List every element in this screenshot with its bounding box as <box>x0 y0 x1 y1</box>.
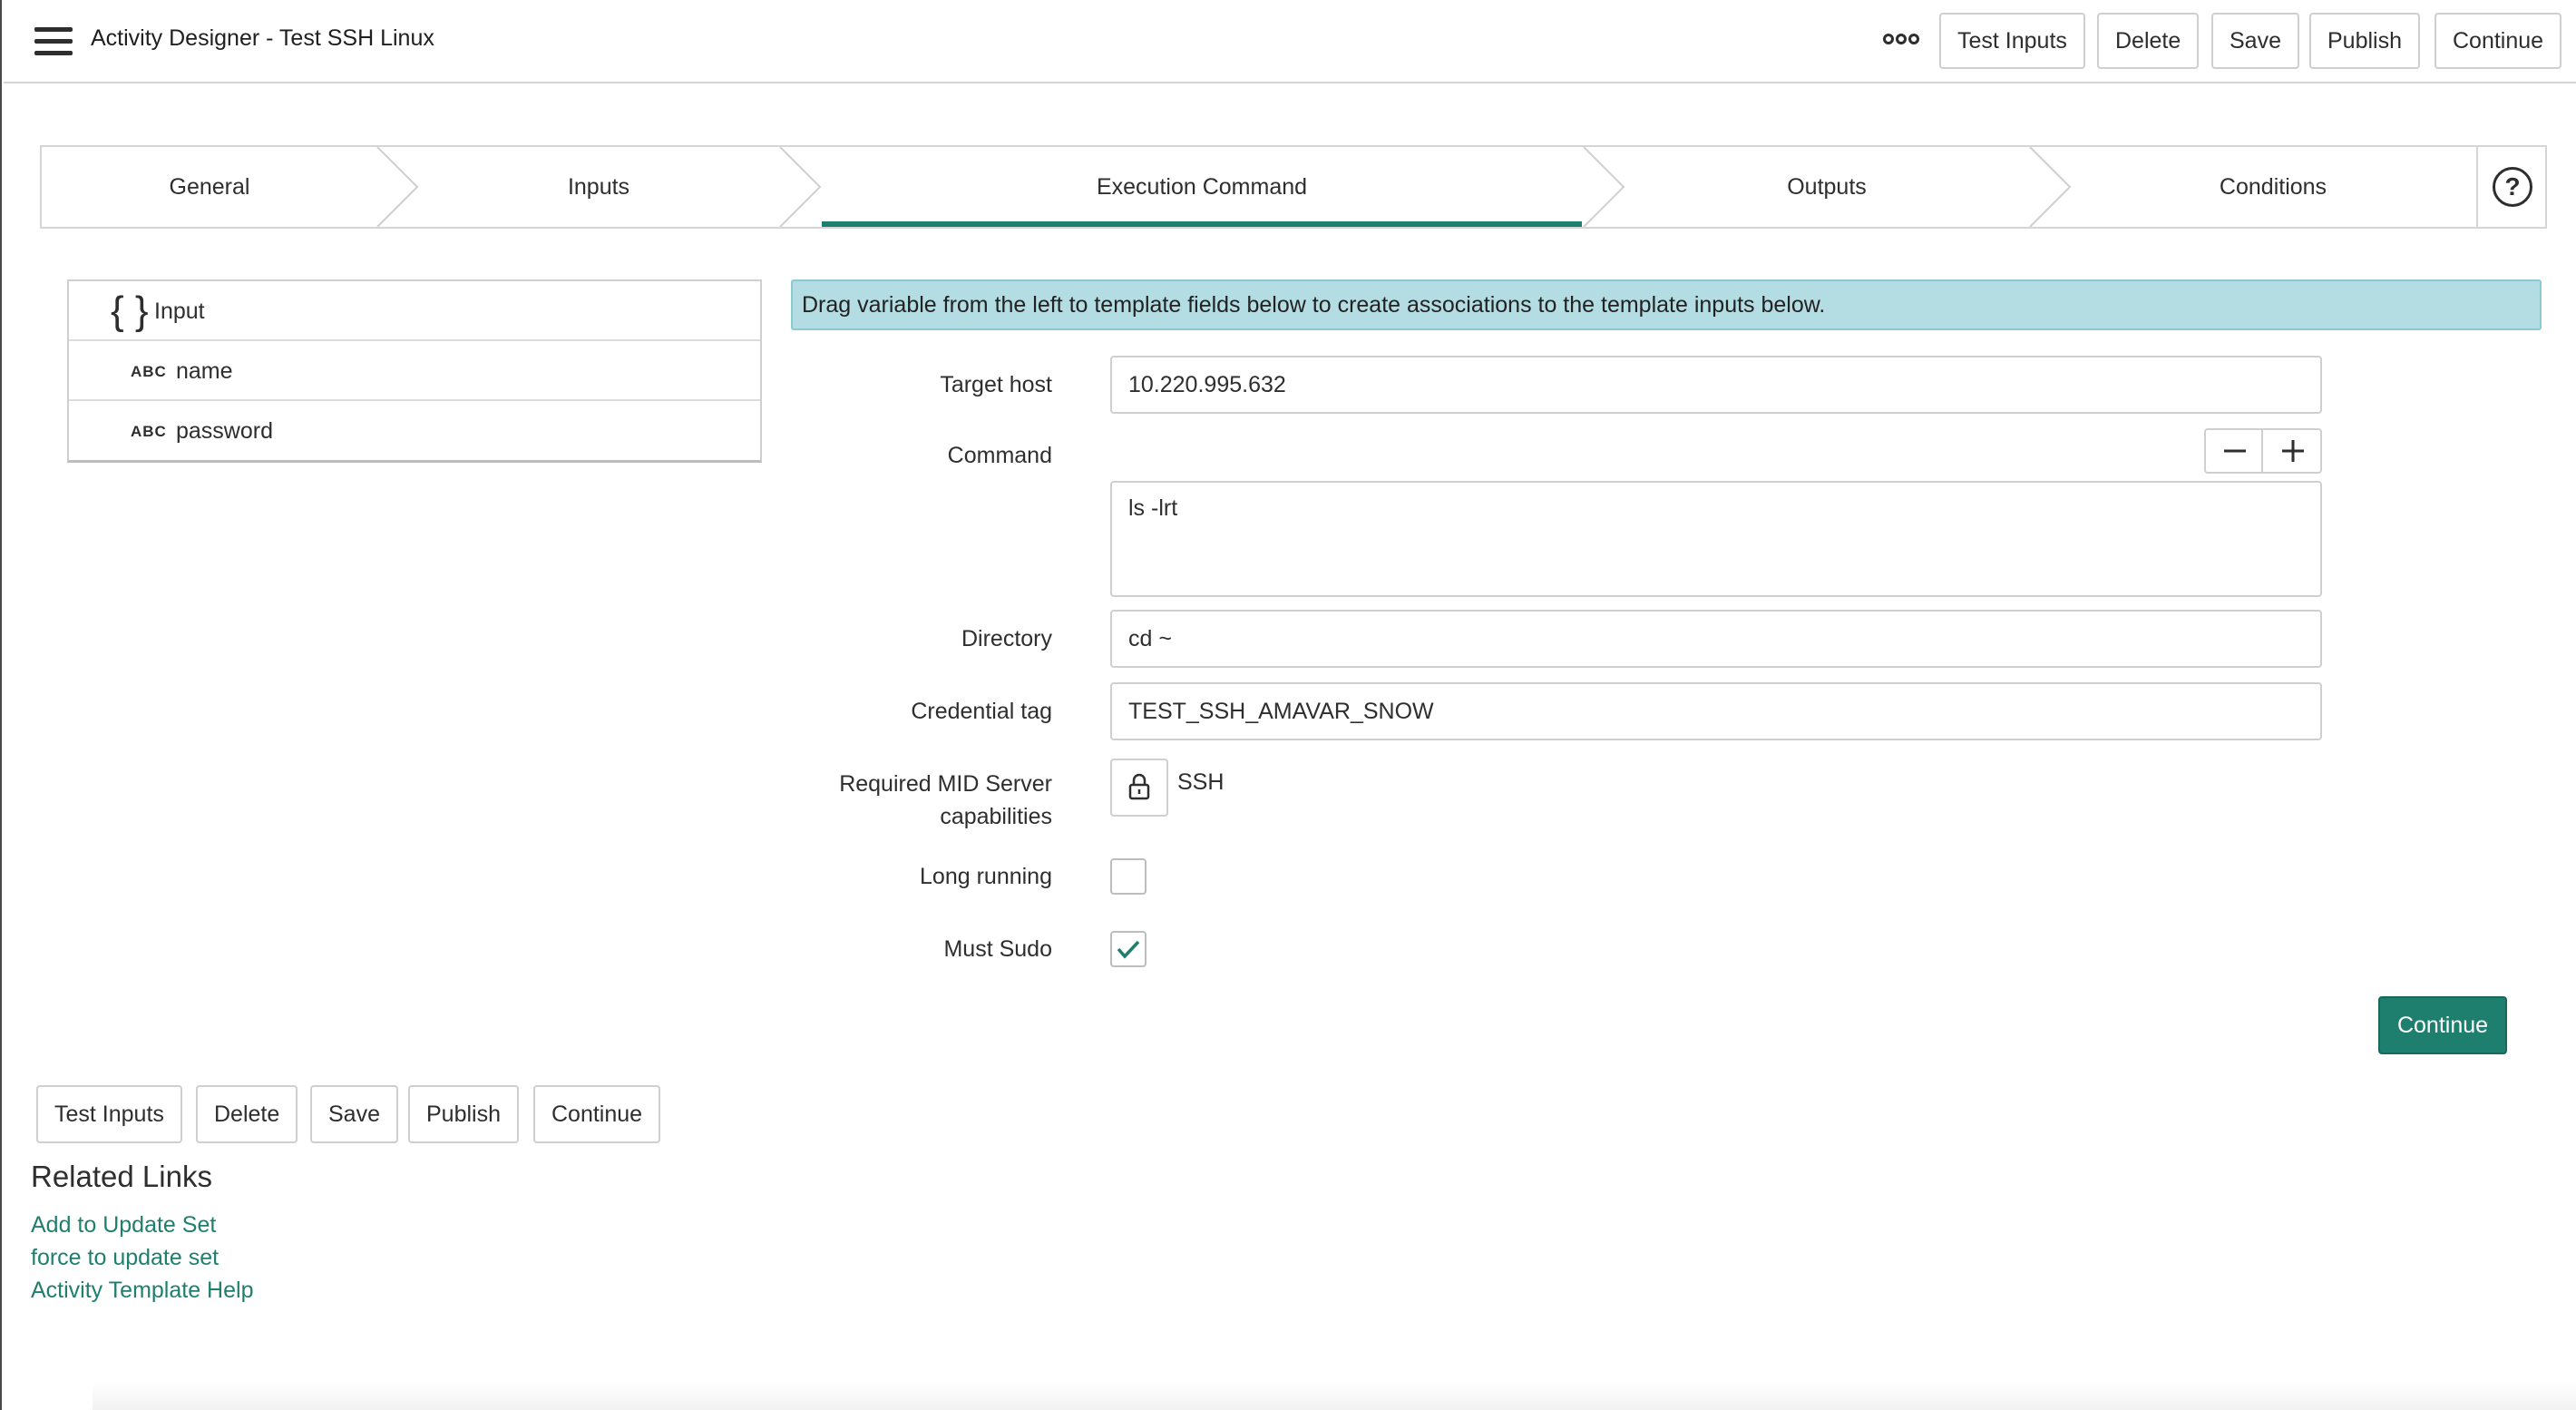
more-options-icon[interactable] <box>1883 33 1923 51</box>
test-inputs-button[interactable]: Test Inputs <box>1939 13 2085 69</box>
variable-list: { } Input ABC name ABC password <box>67 279 762 463</box>
braces-icon: { } <box>111 289 149 333</box>
shrink-button[interactable] <box>2206 430 2263 472</box>
save-button[interactable]: Save <box>2211 13 2299 69</box>
progress-tabs: General Inputs Execution Command Outputs… <box>40 145 2547 229</box>
continue-primary-button[interactable]: Continue <box>2378 996 2507 1054</box>
expand-button[interactable] <box>2264 430 2321 472</box>
add-to-update-set-link[interactable]: Add to Update Set <box>31 1212 216 1239</box>
tab-separator-icon <box>779 147 822 227</box>
tab-conditions[interactable]: Conditions <box>2070 147 2476 227</box>
tab-separator-icon <box>376 147 419 227</box>
directory-label: Directory <box>961 626 1052 651</box>
long-running-checkbox[interactable] <box>1110 858 1147 895</box>
minus-icon <box>2224 449 2246 453</box>
bottom-continue-button[interactable]: Continue <box>533 1085 661 1143</box>
header-bar: Activity Designer - Test SSH Linux Test … <box>4 0 2576 83</box>
help-button[interactable]: ? <box>2476 147 2547 227</box>
active-tab-indicator <box>822 221 1582 227</box>
tab-outputs[interactable]: Outputs <box>1624 147 2030 227</box>
target-host-input[interactable] <box>1110 356 2322 414</box>
directory-input[interactable] <box>1110 610 2322 668</box>
activity-template-help-link[interactable]: Activity Template Help <box>31 1278 253 1304</box>
list-item[interactable]: ABC password <box>69 401 760 461</box>
tab-separator-icon <box>2029 147 2072 227</box>
checkmark-icon <box>1117 940 1140 959</box>
string-type-icon: ABC <box>131 423 167 440</box>
credential-tag-label: Credential tag <box>911 699 1052 724</box>
hamburger-menu-icon[interactable] <box>34 27 73 56</box>
variable-name-label: name <box>176 358 233 384</box>
plus-icon <box>2282 440 2304 462</box>
related-links-title: Related Links <box>31 1160 212 1193</box>
target-host-label: Target host <box>940 372 1052 397</box>
command-label: Command <box>947 443 1052 468</box>
mid-server-label-line2: capabilities <box>940 804 1052 829</box>
tab-inputs[interactable]: Inputs <box>417 147 780 227</box>
lock-button[interactable] <box>1110 759 1168 817</box>
bottom-save-button[interactable]: Save <box>310 1085 398 1143</box>
bottom-delete-button[interactable]: Delete <box>196 1085 298 1143</box>
page-bottom-edge <box>93 1379 2576 1410</box>
mid-server-label: Required MID Server capabilities <box>839 768 1052 833</box>
delete-button[interactable]: Delete <box>2097 13 2200 69</box>
info-banner: Drag variable from the left to template … <box>791 279 2542 330</box>
tab-general[interactable]: General <box>42 147 377 227</box>
variable-name-label: password <box>176 418 273 444</box>
list-item[interactable]: ABC name <box>69 341 760 401</box>
publish-button[interactable]: Publish <box>2309 13 2420 69</box>
force-update-set-link[interactable]: force to update set <box>31 1245 219 1271</box>
app-frame: Activity Designer - Test SSH Linux Test … <box>0 0 2576 1410</box>
variable-group-label: Input <box>154 299 205 324</box>
must-sudo-checkbox[interactable] <box>1110 931 1147 967</box>
string-type-icon: ABC <box>131 363 167 380</box>
list-item[interactable]: { } Input <box>69 281 760 341</box>
page-title: Activity Designer - Test SSH Linux <box>91 25 434 51</box>
bottom-publish-button[interactable]: Publish <box>408 1085 519 1143</box>
tab-separator-icon <box>1583 147 1625 227</box>
tab-execution-command[interactable]: Execution Command <box>820 147 1584 227</box>
must-sudo-label: Must Sudo <box>943 936 1052 962</box>
mid-capability-value: SSH <box>1177 769 1225 795</box>
continue-button[interactable]: Continue <box>2435 13 2562 69</box>
command-textarea[interactable]: ls -lrt <box>1110 481 2322 597</box>
bottom-test-inputs-button[interactable]: Test Inputs <box>36 1085 182 1143</box>
textarea-size-stepper <box>2204 428 2322 474</box>
long-running-label: Long running <box>920 864 1052 889</box>
lock-icon <box>1128 773 1150 800</box>
credential-tag-input[interactable] <box>1110 682 2322 740</box>
mid-server-label-line1: Required MID Server <box>839 771 1052 797</box>
help-icon: ? <box>2493 167 2532 207</box>
